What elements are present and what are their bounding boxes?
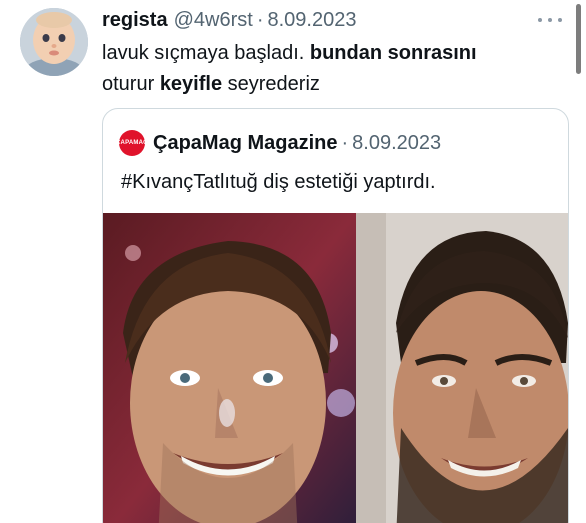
more-options-button[interactable]	[538, 12, 562, 28]
ellipsis-icon	[548, 18, 552, 22]
quoted-author-name[interactable]: ÇapaMag Magazine	[153, 132, 337, 155]
capamag-logo[interactable]: ÇAPAMAG	[116, 130, 148, 156]
text-segment: oturur	[102, 73, 160, 95]
quoted-media[interactable]	[103, 213, 568, 523]
text-segment: seyrederiz	[222, 73, 320, 95]
avatar[interactable]	[20, 8, 88, 76]
quoted-text: #KıvançTatlıtuğ diş estetiği yaptırdı.	[121, 171, 436, 193]
tweet[interactable]: regista @4w6rst · 8.09.2023 lavuk sıçmay…	[0, 0, 586, 523]
baby-avatar-image	[20, 8, 88, 76]
author-name[interactable]: regista	[102, 9, 168, 32]
ellipsis-icon	[558, 18, 562, 22]
scrollbar[interactable]	[575, 0, 583, 80]
photo-right[interactable]	[356, 213, 568, 523]
text-segment: lavuk sıçmaya başladı.	[102, 42, 310, 64]
photo-left[interactable]	[103, 213, 356, 523]
tweet-header: regista @4w6rst · 8.09.2023	[102, 8, 356, 32]
bearded-man-photo	[356, 213, 568, 523]
ellipsis-icon	[538, 18, 542, 22]
smiling-man-photo	[103, 213, 356, 523]
quoted-header: ÇAPAMAG ÇapaMag Magazine · 8.09.2023	[116, 129, 441, 157]
scrollbar-thumb[interactable]	[576, 4, 581, 74]
tweet-date[interactable]: 8.09.2023	[267, 9, 356, 32]
author-handle[interactable]: @4w6rst	[174, 9, 253, 32]
separator-dot: ·	[341, 131, 349, 154]
separator-dot: ·	[256, 8, 264, 31]
quoted-tweet[interactable]: ÇAPAMAG ÇapaMag Magazine · 8.09.2023 #Kı…	[102, 108, 569, 523]
logo-text: ÇAPAMAG	[116, 140, 148, 146]
tweet-text: lavuk sıçmaya başladı. bundan sonrasını …	[102, 38, 562, 100]
quoted-date[interactable]: 8.09.2023	[352, 132, 441, 155]
text-segment-bold: bundan sonrasını	[309, 42, 477, 64]
text-segment-bold: keyifle	[159, 73, 223, 95]
